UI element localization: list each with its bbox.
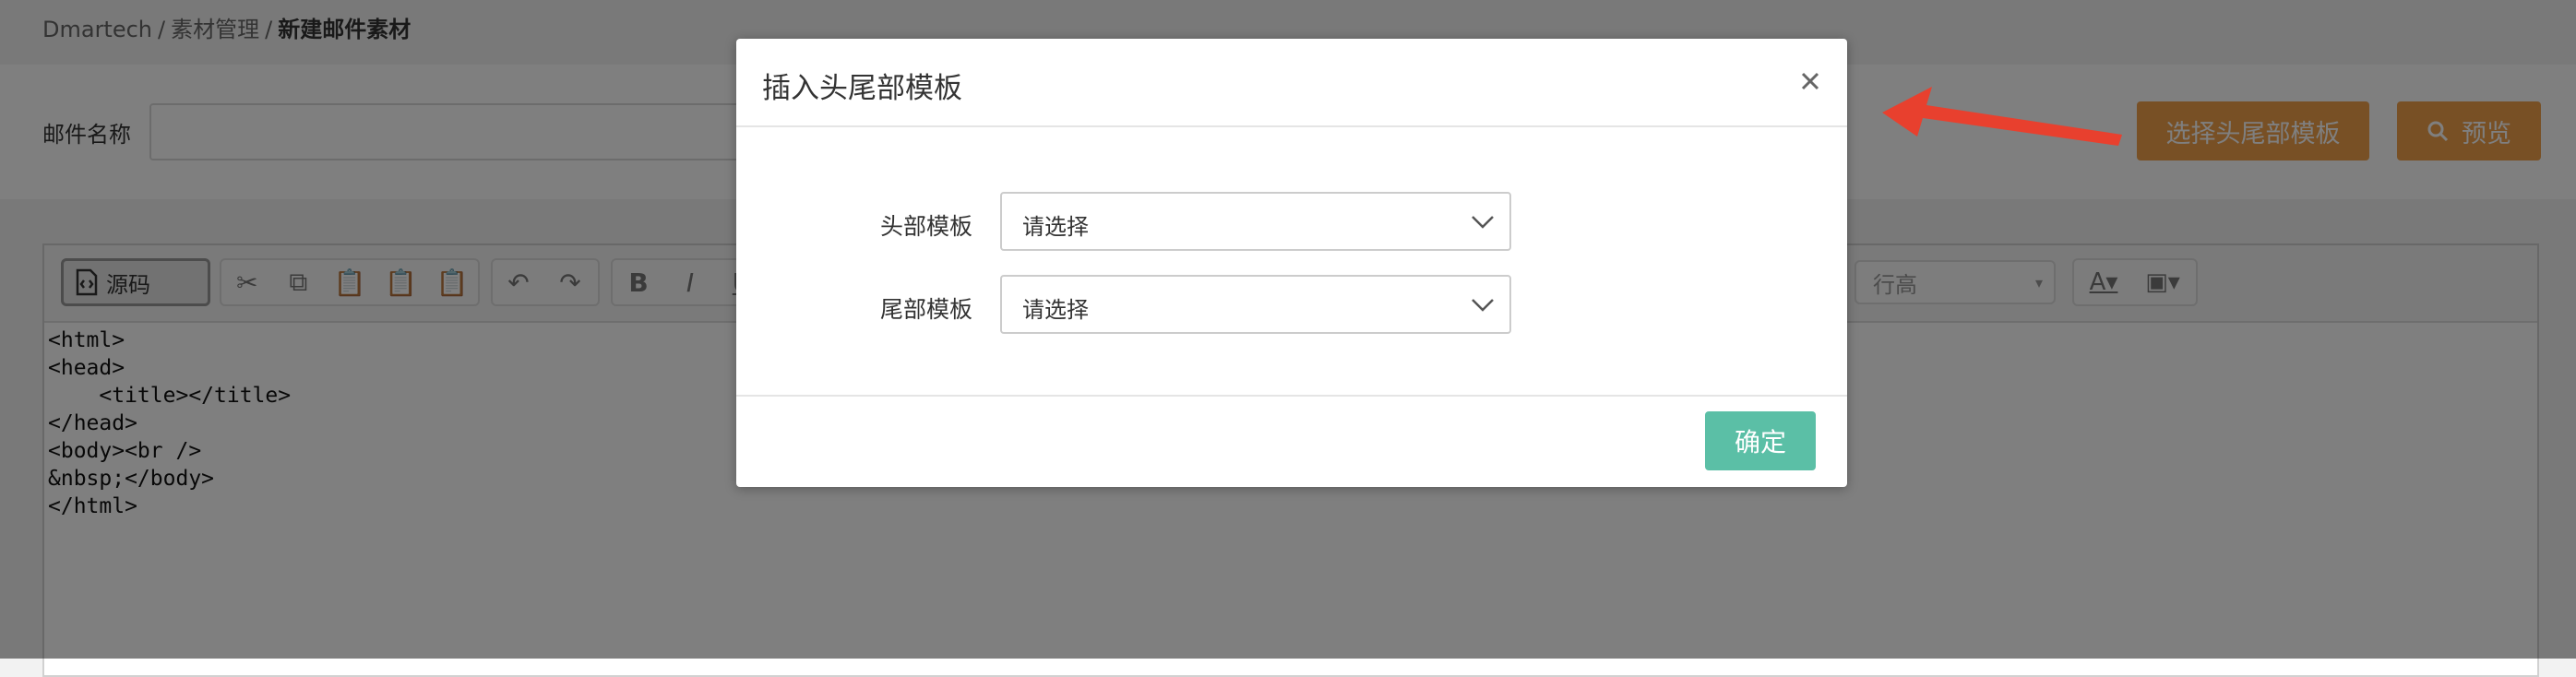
- confirm-label: 确定: [1734, 427, 1786, 457]
- dialog-title: 插入头尾部模板: [762, 72, 962, 105]
- chevron-down-icon: [1472, 216, 1494, 229]
- chevron-down-icon: [1472, 299, 1494, 312]
- footer-template-value: 请选择: [1022, 297, 1089, 323]
- header-template-select[interactable]: 请选择: [1000, 192, 1511, 251]
- confirm-button[interactable]: 确定: [1705, 411, 1816, 470]
- header-template-label: 头部模板: [879, 213, 972, 240]
- dialog-header: 插入头尾部模板: [736, 39, 1847, 127]
- dialog-footer: [736, 395, 1847, 489]
- close-icon[interactable]: [1792, 63, 1829, 100]
- footer-template-select[interactable]: 请选择: [1000, 275, 1511, 334]
- insert-template-dialog: 插入头尾部模板 头部模板 请选择 尾部模板 请选择 确定: [736, 39, 1847, 487]
- red-arrow-annotation: [1882, 87, 2122, 146]
- header-template-value: 请选择: [1022, 214, 1089, 240]
- footer-template-label: 尾部模板: [879, 296, 972, 323]
